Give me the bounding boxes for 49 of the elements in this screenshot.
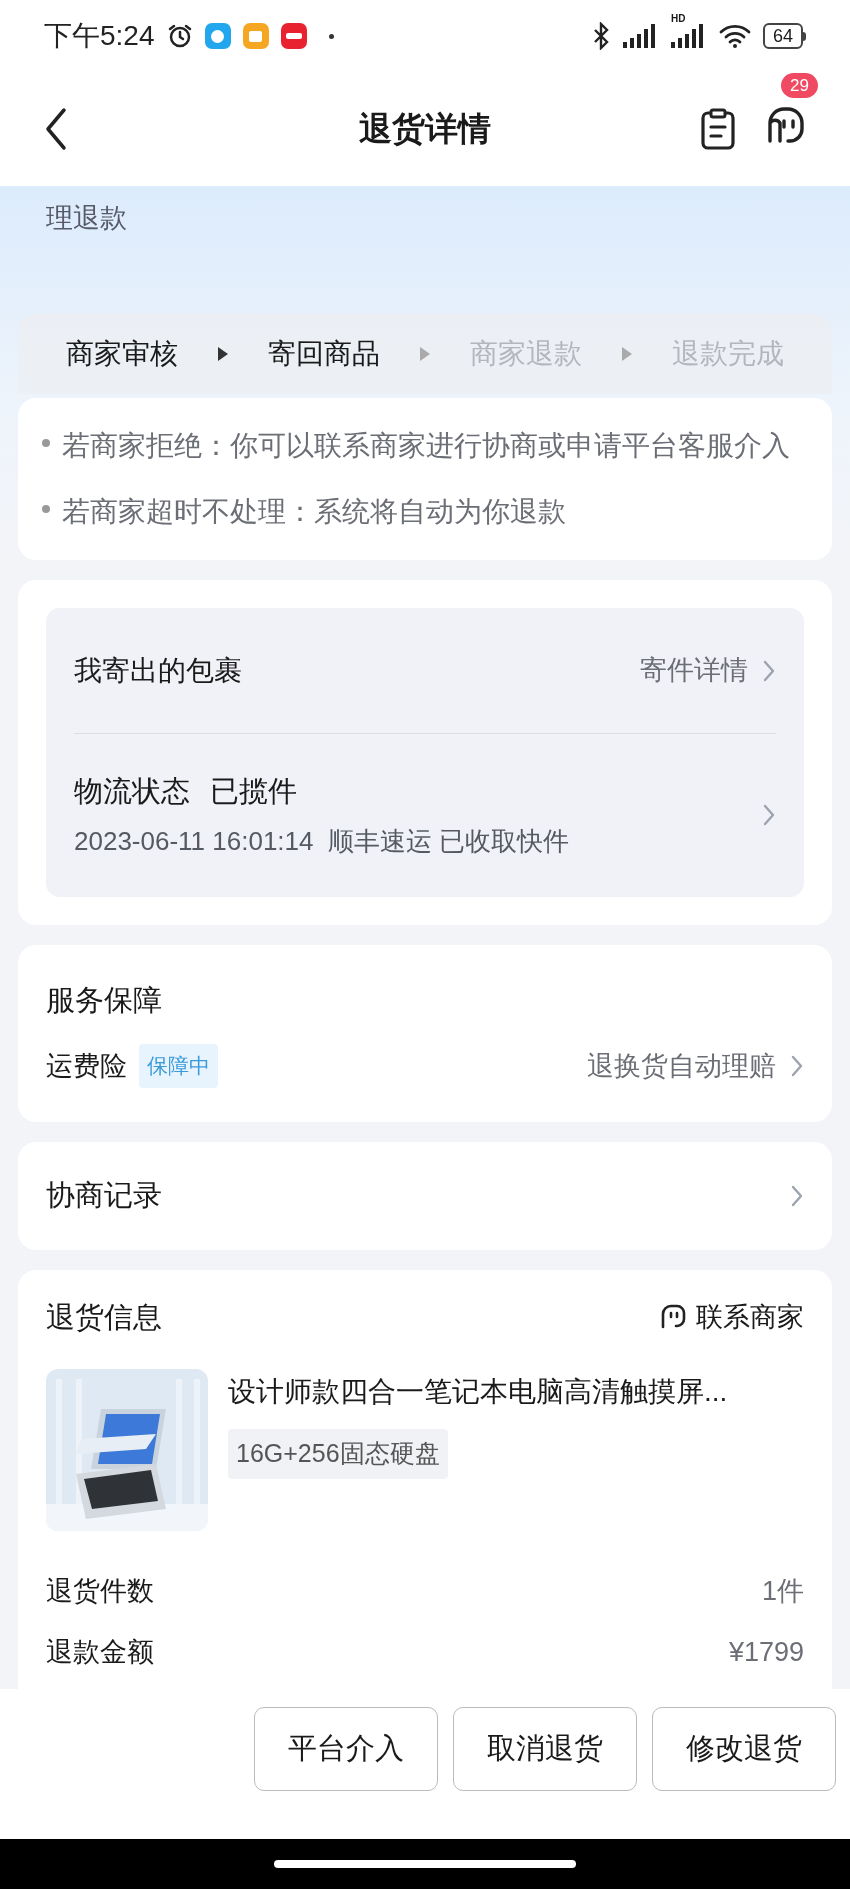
action-button[interactable]: 取消退货 [453, 1707, 637, 1791]
chat-icon [660, 1304, 686, 1331]
status-description: 理退款 [46, 203, 127, 233]
chat-app-icon [204, 23, 231, 49]
info-value: ¥1799 [728, 1635, 804, 1669]
contact-merchant-link[interactable]: 联系商家 [660, 1297, 804, 1338]
chevron-right-icon [790, 1183, 804, 1208]
bullet-icon [42, 505, 50, 513]
progress-step: 退款完成 [672, 333, 784, 375]
notice-text: 若商家超时不处理：系统将自动为你退款 [62, 495, 566, 529]
auto-claim-link[interactable]: 退换货自动理赔 [587, 1045, 804, 1086]
step-arrow-icon [218, 347, 228, 361]
insurance-status-tag: 保障中 [139, 1044, 218, 1088]
logistics-status: 已揽件 [210, 774, 297, 809]
info-label: 退款金额 [46, 1635, 154, 1669]
alarm-clock-icon [166, 23, 193, 49]
battery-icon: 64 [762, 23, 803, 49]
progress-step: 商家审核 [66, 333, 178, 375]
status-time: 下午5:24 [44, 19, 155, 53]
package-title: 我寄出的包裹 [74, 653, 242, 688]
step-arrow-icon [420, 347, 430, 361]
chevron-right-icon [790, 1053, 804, 1078]
info-value: 1件 [761, 1575, 804, 1608]
negotiation-record-row[interactable]: 协商记录 [18, 1141, 832, 1250]
progress-step: 寄回商品 [268, 333, 380, 375]
insurance-label: 运费险 [46, 1049, 127, 1083]
news-app-icon [280, 23, 307, 49]
product-name: 设计师款四合一笔记本电脑高清触摸屏... [228, 1375, 728, 1409]
action-button[interactable]: 修改退货 [652, 1707, 836, 1791]
wifi-icon [718, 24, 751, 48]
notes-app-icon [242, 23, 269, 49]
progress-step: 商家退款 [470, 333, 582, 375]
logistics-status-label: 物流状态 [74, 774, 190, 809]
service-title: 服务保障 [46, 982, 163, 1018]
message-count-badge: 29 [779, 70, 820, 100]
step-arrow-icon [622, 347, 632, 361]
bullet-icon [42, 439, 50, 447]
info-label: 退货件数 [46, 1575, 154, 1608]
page-title: 退货详情 [359, 109, 491, 150]
chevron-right-icon [762, 658, 776, 683]
logistics-detail: 2023-06-11 16:01:14 顺丰速运 已收取快件 [74, 824, 570, 858]
return-info-title: 退货信息 [46, 1299, 162, 1335]
product-spec-tag: 16G+256固态硬盘 [228, 1429, 448, 1479]
notice-text: 若商家拒绝：你可以联系商家进行协商或申请平台客服介入 [62, 429, 790, 463]
action-button[interactable]: 平台介入 [254, 1707, 438, 1791]
network-label: HD [670, 14, 686, 24]
chevron-right-icon [762, 803, 776, 828]
clipboard-icon[interactable] [700, 108, 736, 150]
shipping-details-link[interactable]: 寄件详情 [640, 650, 776, 691]
